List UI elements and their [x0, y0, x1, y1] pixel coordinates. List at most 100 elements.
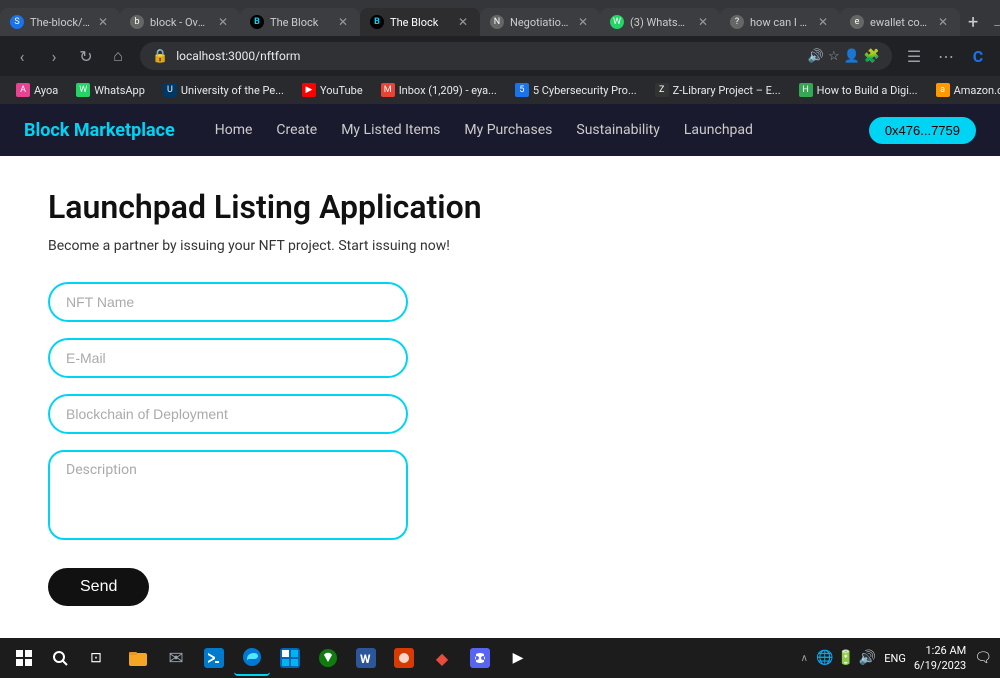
- extension-icon[interactable]: 🧩: [864, 49, 880, 64]
- tab-5-icon: N: [490, 15, 504, 29]
- bookmark-uni[interactable]: U University of the Pe...: [155, 81, 292, 99]
- tab-8-label: ewallet conn...: [870, 16, 930, 29]
- taskbar-xbox[interactable]: [310, 640, 346, 676]
- taskbar-orange-app[interactable]: [386, 640, 422, 676]
- browser-actions: ☰ ⋯ C: [900, 42, 992, 70]
- tab-5-label: Negotiation...: [510, 16, 570, 29]
- tab-5[interactable]: N Negotiation... ✕: [480, 8, 600, 36]
- wallet-button[interactable]: 0x476...7759: [869, 117, 976, 144]
- nav-sustainability[interactable]: Sustainability: [576, 122, 659, 138]
- taskbar-right: ∧ 🌐 🔋 🔊 ENG 1:26 AM 6/19/2023 🗨: [801, 643, 992, 674]
- send-button[interactable]: Send: [48, 568, 149, 606]
- description-group: [48, 450, 952, 544]
- taskbar-word[interactable]: W: [348, 640, 384, 676]
- notification-icon[interactable]: 🗨: [974, 650, 992, 666]
- blockchain-input[interactable]: [48, 394, 408, 434]
- home-button[interactable]: ⌂: [104, 42, 132, 70]
- bookmark-yt-label: YouTube: [320, 84, 363, 97]
- description-textarea[interactable]: [48, 450, 408, 540]
- tray-expand[interactable]: ∧: [801, 653, 808, 664]
- bookmark-amazon-label: Amazon.co.uk – On...: [954, 84, 1000, 97]
- bookmark-amazon[interactable]: a Amazon.co.uk – On...: [928, 81, 1000, 99]
- email-input[interactable]: [48, 338, 408, 378]
- tab-3[interactable]: B The Block ✕: [240, 8, 360, 36]
- taskbar-vscode[interactable]: [196, 640, 232, 676]
- tab-6-close[interactable]: ✕: [696, 13, 710, 31]
- bookmark-inbox[interactable]: M Inbox (1,209) - eya...: [373, 81, 505, 99]
- nft-name-input[interactable]: [48, 282, 408, 322]
- minimize-button[interactable]: ─: [986, 14, 1000, 36]
- bookmark-youtube[interactable]: ▶ YouTube: [294, 81, 371, 99]
- new-tab-button[interactable]: +: [960, 8, 986, 36]
- tab-4[interactable]: B The Block ✕: [360, 8, 480, 36]
- task-view-button[interactable]: ⊡: [80, 642, 112, 674]
- tab-5-close[interactable]: ✕: [576, 13, 590, 31]
- nav-purchases[interactable]: My Purchases: [464, 122, 552, 138]
- page-title: Launchpad Listing Application: [48, 188, 952, 226]
- tab-1-close[interactable]: ✕: [96, 13, 110, 31]
- bookmark-wa-icon: W: [76, 83, 90, 97]
- search-button[interactable]: [44, 642, 76, 674]
- bookmark-whatsapp[interactable]: W WhatsApp: [68, 81, 153, 99]
- tab-1[interactable]: S The-block/s... ✕: [0, 8, 120, 36]
- bookmark-uni-label: University of the Pe...: [181, 84, 284, 97]
- tab-2-icon: b: [130, 15, 144, 29]
- tab-1-label: The-block/s...: [30, 16, 90, 29]
- tab-4-label: The Block: [390, 16, 450, 29]
- taskbar-edge[interactable]: [234, 640, 270, 676]
- date-display: 6/19/2023: [914, 658, 966, 673]
- taskbar: ⊡ ✉: [0, 638, 1000, 678]
- launchpad-form: Send: [48, 282, 952, 606]
- taskbar-discord[interactable]: [462, 640, 498, 676]
- address-bar-row: ‹ › ↻ ⌂ 🔒 localhost:3000/nftform 🔊 ☆ 👤 🧩…: [0, 36, 1000, 76]
- forward-button[interactable]: ›: [40, 42, 68, 70]
- tab-3-close[interactable]: ✕: [336, 13, 350, 31]
- profile-icon[interactable]: 👤: [844, 49, 860, 64]
- tab-8[interactable]: e ewallet conn... ✕: [840, 8, 960, 36]
- nav-buttons: ‹ › ↻ ⌂: [8, 42, 132, 70]
- taskbar-file-explorer[interactable]: [120, 640, 156, 676]
- taskbar-mail[interactable]: ✉: [158, 640, 194, 676]
- battery-icon[interactable]: 🔋: [837, 650, 854, 666]
- navbar: Block Marketplace Home Create My Listed …: [0, 104, 1000, 156]
- tab-6[interactable]: W (3) WhatsApp... ✕: [600, 8, 720, 36]
- network-icon[interactable]: 🌐: [816, 650, 833, 666]
- taskbar-pinned-apps: ✉: [120, 640, 536, 676]
- star-icon[interactable]: ☆: [828, 49, 840, 64]
- taskbar-windows-update[interactable]: [272, 640, 308, 676]
- email-group: [48, 338, 952, 378]
- taskbar-media[interactable]: ▶: [500, 640, 536, 676]
- windows-start-button[interactable]: [8, 642, 40, 674]
- bookmark-zlib[interactable]: Z Z-Library Project – E...: [647, 81, 789, 99]
- tab-7-label: how can I co...: [750, 16, 810, 29]
- tab-8-close[interactable]: ✕: [936, 13, 950, 31]
- read-aloud-icon[interactable]: 🔊: [808, 49, 824, 64]
- collections-btn[interactable]: ⋯: [932, 42, 960, 70]
- bookmark-digi[interactable]: H How to Build a Digi...: [791, 81, 926, 99]
- sidebar-toggle[interactable]: ☰: [900, 42, 928, 70]
- nav-create[interactable]: Create: [276, 122, 317, 138]
- nav-listed-items[interactable]: My Listed Items: [341, 122, 440, 138]
- sound-icon[interactable]: 🔊: [859, 650, 876, 666]
- reload-button[interactable]: ↻: [72, 42, 100, 70]
- brand-logo[interactable]: Block Marketplace: [24, 120, 175, 141]
- back-button[interactable]: ‹: [8, 42, 36, 70]
- copilot-btn[interactable]: C: [964, 42, 992, 70]
- language-indicator: ENG: [884, 652, 906, 665]
- tab-2[interactable]: b block - Oven... ✕: [120, 8, 240, 36]
- bookmark-ayoa[interactable]: A Ayoa: [8, 81, 66, 99]
- bookmark-ayoa-label: Ayoa: [34, 84, 58, 97]
- bookmark-inbox-label: Inbox (1,209) - eya...: [399, 84, 497, 97]
- nav-home[interactable]: Home: [215, 122, 253, 138]
- tab-7-close[interactable]: ✕: [816, 13, 830, 31]
- bookmark-cyber[interactable]: 5 5 Cybersecurity Pro...: [507, 81, 645, 99]
- tab-2-close[interactable]: ✕: [216, 13, 230, 31]
- taskbar-diamond-app[interactable]: ◆: [424, 640, 460, 676]
- address-bar[interactable]: 🔒 localhost:3000/nftform 🔊 ☆ 👤 🧩: [140, 42, 892, 70]
- nav-launchpad[interactable]: Launchpad: [684, 122, 753, 138]
- tab-7-icon: ?: [730, 15, 744, 29]
- blockchain-group: [48, 394, 952, 434]
- tab-7[interactable]: ? how can I co... ✕: [720, 8, 840, 36]
- tab-4-close[interactable]: ✕: [456, 13, 470, 31]
- taskbar-start: ⊡: [8, 642, 112, 674]
